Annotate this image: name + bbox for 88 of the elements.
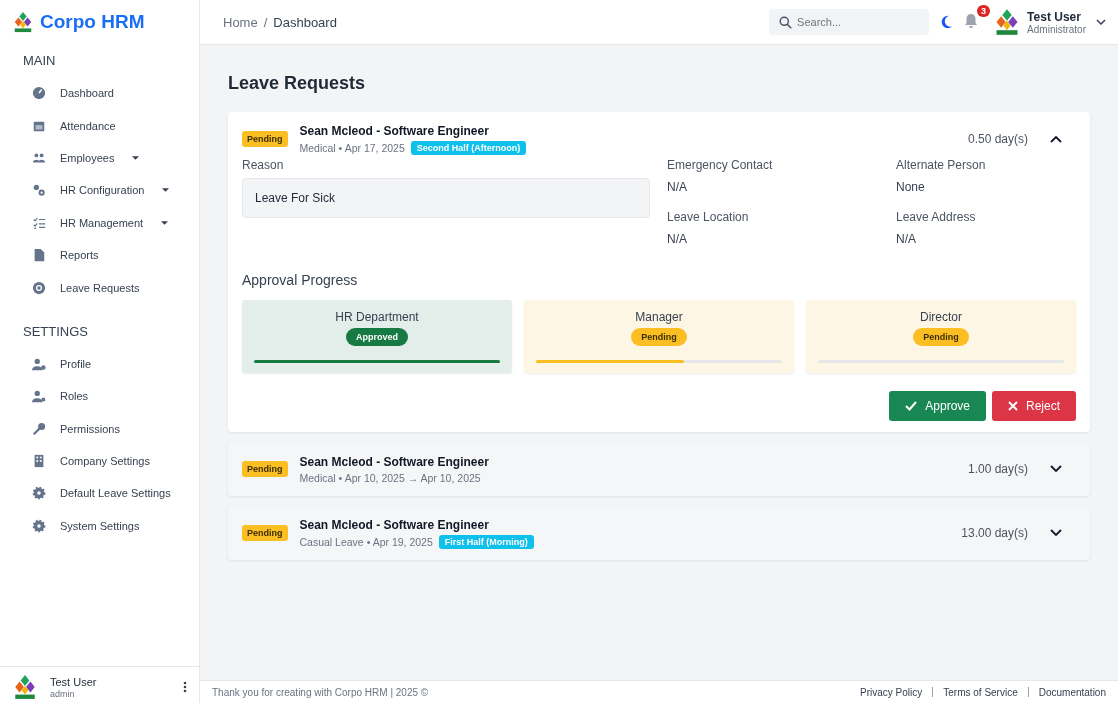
chevron-down-icon[interactable] bbox=[1096, 19, 1106, 25]
stage-name: Manager bbox=[635, 310, 683, 324]
footer-link[interactable]: Terms of Service bbox=[943, 686, 1018, 698]
status-badge: Pending bbox=[631, 328, 687, 346]
status-badge: Pending bbox=[242, 131, 288, 147]
gauge-icon bbox=[32, 86, 46, 101]
document-icon bbox=[32, 248, 46, 263]
caret-icon bbox=[132, 155, 140, 160]
breadcrumb-item[interactable]: Home bbox=[223, 14, 258, 30]
field-value: None bbox=[896, 180, 926, 194]
user-tag-icon bbox=[32, 389, 46, 404]
sidebar-item[interactable]: Dashboard bbox=[0, 77, 199, 110]
field-label: Leave Address bbox=[896, 210, 977, 224]
sidebar-item[interactable]: Default Leave Settings bbox=[0, 477, 199, 510]
footer-link[interactable]: Documentation bbox=[1038, 686, 1106, 698]
logo-icon bbox=[12, 11, 34, 33]
caret-icon bbox=[161, 220, 169, 225]
reject-button[interactable]: Reject bbox=[992, 391, 1076, 421]
half-day-badge: First Half (Morning) bbox=[438, 534, 534, 549]
sidebar-item[interactable]: Leave Requests bbox=[0, 271, 199, 304]
field-label: Reason bbox=[242, 158, 285, 172]
chevron-up-icon[interactable] bbox=[1050, 135, 1062, 143]
sidebar-item[interactable]: Employees bbox=[0, 141, 199, 175]
user-name: Test User bbox=[1027, 9, 1082, 24]
approve-button[interactable]: Approve bbox=[889, 391, 986, 421]
chevron-down-icon[interactable] bbox=[1050, 465, 1062, 473]
status-badge: Pending bbox=[242, 525, 288, 541]
field-value: N/A bbox=[667, 180, 688, 194]
sidebar-item[interactable]: HR Management bbox=[0, 206, 199, 239]
caret-icon bbox=[162, 188, 170, 193]
field-value: N/A bbox=[667, 232, 688, 246]
sidebar-item[interactable]: HR Configuration bbox=[0, 174, 199, 207]
key-icon bbox=[32, 421, 46, 436]
status-badge: Approved bbox=[346, 328, 408, 346]
sidebar-item[interactable]: System Settings bbox=[0, 509, 199, 543]
brand-name: Corpo HRM bbox=[40, 11, 145, 33]
target-icon bbox=[32, 280, 46, 295]
gears-icon bbox=[32, 183, 46, 198]
sidebar-item[interactable]: Profile bbox=[0, 347, 199, 381]
request-details: Medical • Apr 10, 2025 → Apr 10, 2025 bbox=[299, 471, 481, 484]
section-title: SETTINGS bbox=[22, 322, 89, 341]
section-title: MAIN bbox=[22, 52, 57, 70]
half-day-badge: Second Half (Afternoon) bbox=[410, 140, 527, 155]
more-icon[interactable] bbox=[183, 681, 187, 693]
status-badge: Pending bbox=[913, 328, 969, 346]
checklist-icon bbox=[32, 215, 46, 230]
sidebar-item[interactable]: Permissions bbox=[0, 412, 199, 445]
request-title: Sean Mcleod - Software Engineer bbox=[299, 517, 490, 532]
field-label: Emergency Contact bbox=[667, 158, 774, 172]
breadcrumb-separator: / bbox=[263, 14, 268, 30]
search-icon bbox=[779, 16, 793, 29]
request-title: Sean Mcleod - Software Engineer bbox=[299, 123, 490, 138]
search-field[interactable]: Search... bbox=[769, 9, 930, 35]
people-icon bbox=[32, 150, 46, 165]
day-count: 13.00 day(s) bbox=[961, 526, 1028, 540]
chevron-down-icon[interactable] bbox=[1050, 529, 1062, 537]
logo-icon bbox=[12, 674, 38, 700]
request-details: Medical • Apr 17, 2025 bbox=[299, 141, 405, 154]
status-badge: Pending bbox=[242, 461, 288, 477]
close-icon bbox=[1008, 401, 1018, 411]
footer-text: Thank you for creating with Corpo HRM | 2025 © bbox=[212, 686, 429, 698]
user-role: Administrator bbox=[1027, 23, 1086, 35]
breadcrumb-item[interactable]: Dashboard bbox=[273, 14, 337, 30]
field-label: Alternate Person bbox=[896, 158, 987, 172]
stage-name: HR Department bbox=[335, 310, 419, 324]
gear-icon bbox=[32, 486, 46, 501]
day-count: 1.00 day(s) bbox=[967, 462, 1028, 476]
sidebar-item[interactable]: Reports bbox=[0, 238, 199, 272]
gear-icon bbox=[32, 518, 46, 533]
request-details: Casual Leave • Apr 19, 2025 bbox=[299, 535, 433, 548]
user-login: admin bbox=[50, 688, 76, 699]
footer-link[interactable]: Privacy Policy bbox=[860, 686, 923, 698]
sidebar-item[interactable]: Roles bbox=[0, 380, 199, 413]
notification-badge: 3 bbox=[977, 5, 991, 17]
section-title: Approval Progress bbox=[242, 272, 359, 288]
user-gear-icon bbox=[32, 356, 46, 371]
check-icon bbox=[905, 401, 918, 411]
day-count: 0.50 day(s) bbox=[967, 132, 1028, 146]
request-title: Sean Mcleod - Software Engineer bbox=[299, 454, 489, 469]
sidebar-item[interactable]: Attendance bbox=[0, 109, 199, 142]
building-icon bbox=[32, 454, 46, 469]
field-label: Leave Location bbox=[667, 210, 750, 224]
user-name: Test User bbox=[50, 675, 97, 689]
reason-box: Leave For Sick bbox=[242, 178, 650, 218]
sidebar-item[interactable]: Company Settings bbox=[0, 444, 199, 478]
field-value: N/A bbox=[896, 232, 917, 246]
page-title: Leave Requests bbox=[228, 73, 367, 94]
stage-name: Director bbox=[920, 310, 962, 324]
